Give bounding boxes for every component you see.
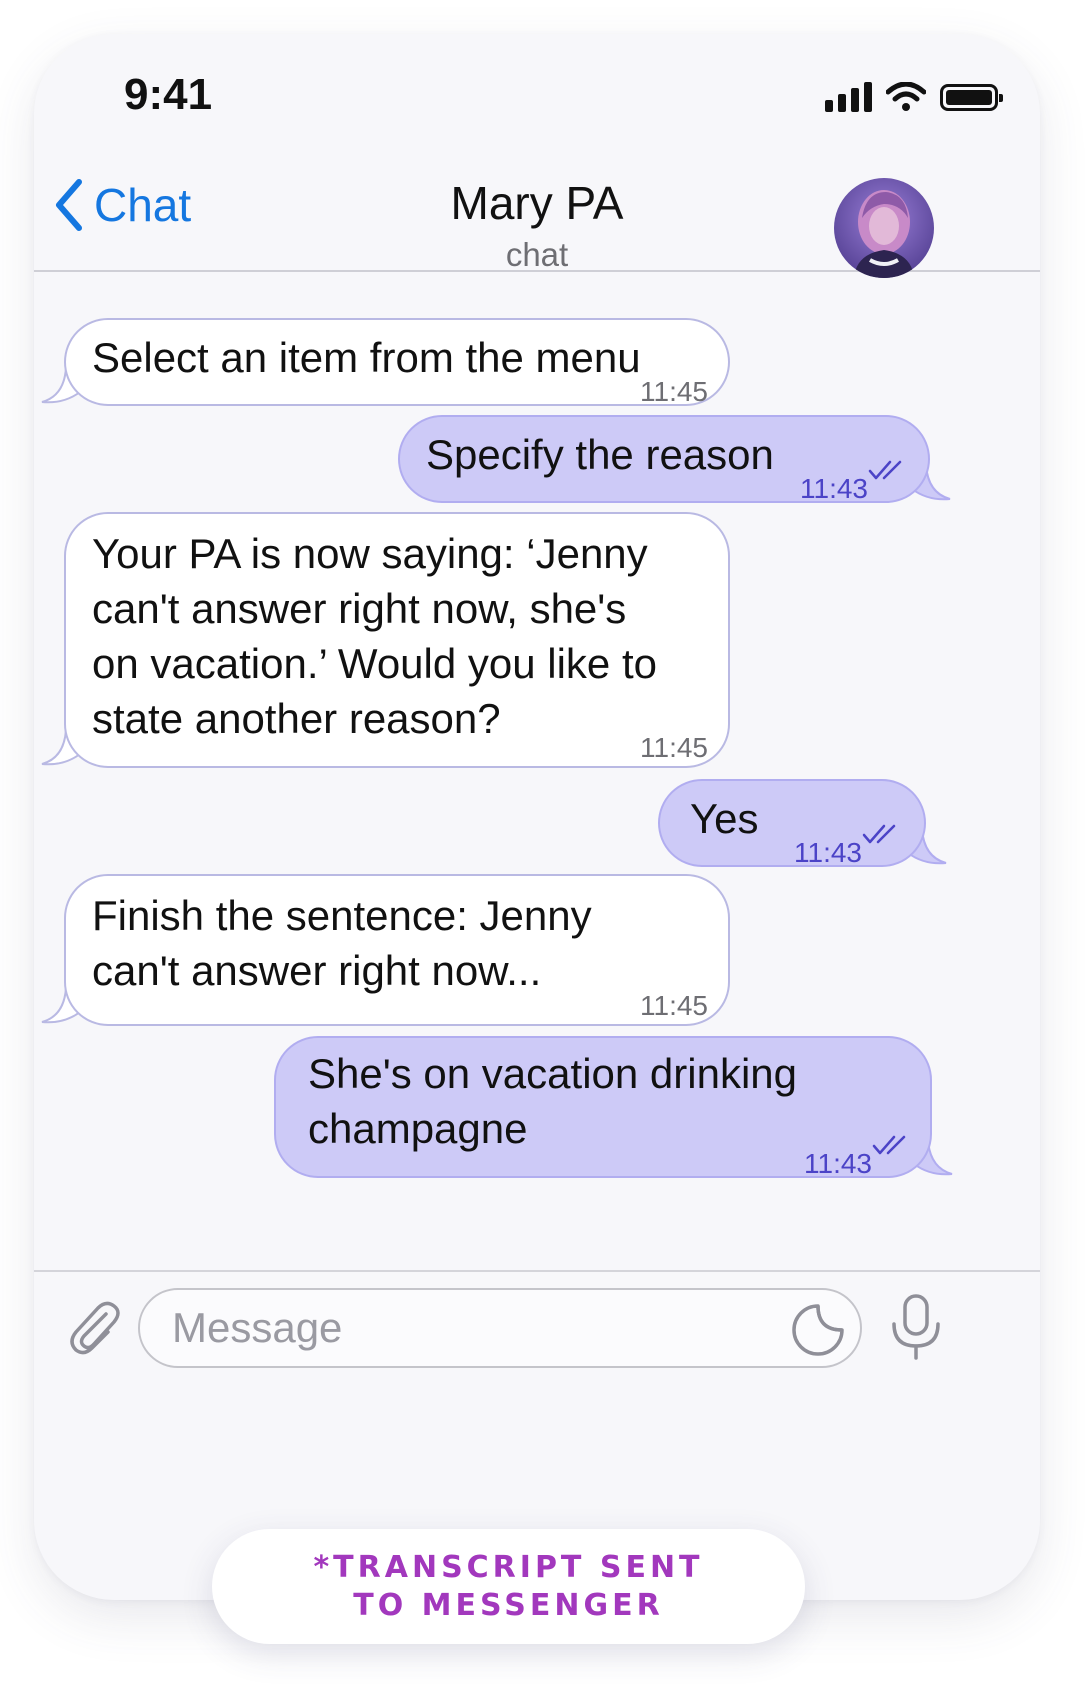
microphone-icon[interactable] <box>886 1292 946 1362</box>
message-text: Your PA is now saying: ‘Jenny can't answ… <box>92 530 657 742</box>
message-outgoing[interactable]: She's on vacation drinking champagne 11:… <box>274 1036 953 1179</box>
sticker-icon[interactable] <box>790 1302 846 1358</box>
status-icons <box>825 80 1003 114</box>
cellular-signal-icon <box>825 82 872 112</box>
message-outgoing[interactable]: Specify the reason 11:43 <box>398 415 951 504</box>
badge-line-1: *TRANSCRIPT SENT <box>313 1549 704 1585</box>
message-text: She's on vacation drinking champagne <box>308 1050 797 1152</box>
message-time: 11:43 <box>804 1148 872 1179</box>
composer-divider <box>34 1270 1040 1272</box>
wifi-icon <box>886 82 926 111</box>
attach-paperclip-icon[interactable] <box>62 1296 124 1358</box>
double-check-icon <box>862 824 896 844</box>
message-incoming[interactable]: Your PA is now saying: ‘Jenny can't answ… <box>41 512 730 768</box>
message-incoming[interactable]: Finish the sentence: Jenny can't answer … <box>41 874 730 1026</box>
message-outgoing[interactable]: Yes 11:43 <box>658 779 947 868</box>
message-time: 11:43 <box>794 837 862 868</box>
badge-line-2: TO MESSENGER <box>353 1587 664 1623</box>
status-time: 9:41 <box>124 70 213 119</box>
message-text: Specify the reason <box>426 431 774 478</box>
transcript-sent-badge: *TRANSCRIPT SENT TO MESSENGER <box>212 1529 805 1644</box>
phone-frame: 9:41 Chat Mary PA chat Select an item fr… <box>34 34 1040 1600</box>
message-text: Finish the sentence: Jenny can't answer … <box>92 892 592 994</box>
avatar[interactable] <box>834 178 934 278</box>
battery-icon <box>940 83 1003 111</box>
message-time: 11:45 <box>640 376 708 407</box>
double-check-icon <box>872 1135 906 1155</box>
chat-header: Chat Mary PA chat <box>34 144 1040 278</box>
message-text: Yes <box>690 795 759 842</box>
message-time: 11:43 <box>800 473 868 504</box>
message-input[interactable] <box>138 1288 862 1368</box>
message-text: Select an item from the menu <box>92 334 641 381</box>
message-time: 11:45 <box>640 732 708 763</box>
message-time: 11:45 <box>640 990 708 1021</box>
double-check-icon <box>868 460 902 480</box>
message-incoming[interactable]: Select an item from the menu 11:45 <box>41 318 730 407</box>
